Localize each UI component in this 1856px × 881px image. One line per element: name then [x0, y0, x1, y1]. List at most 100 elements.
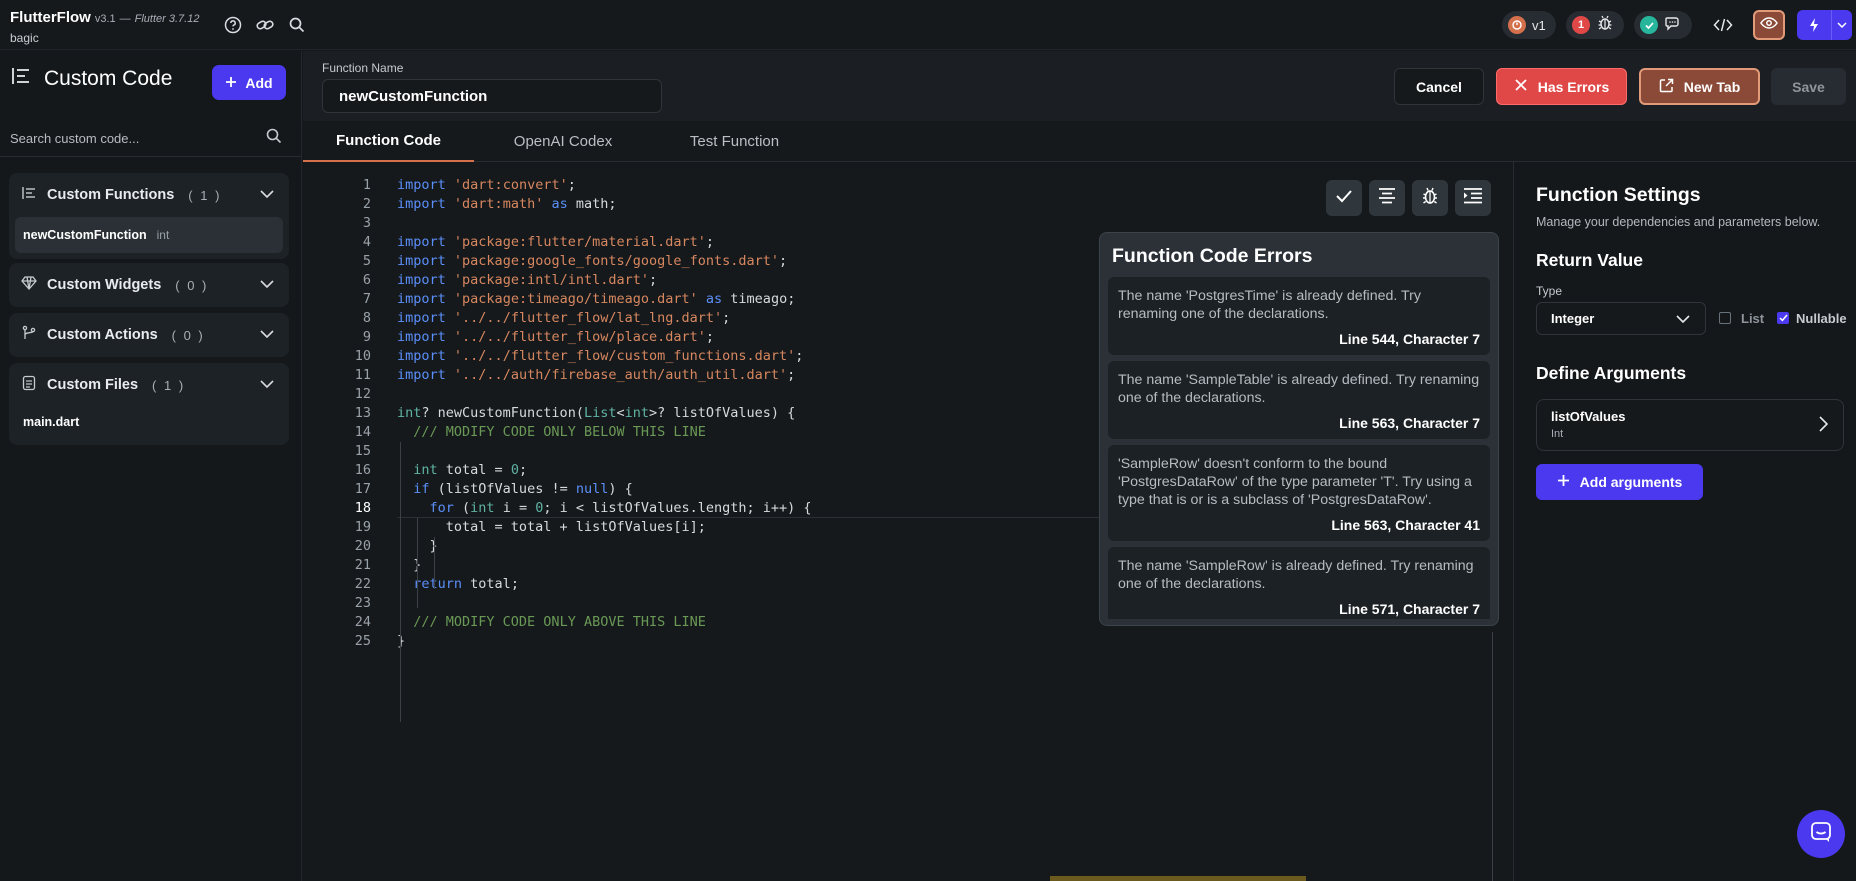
indent-icon: [1463, 187, 1483, 209]
link-icon[interactable]: [254, 14, 276, 36]
function-name-label: Function Name: [322, 61, 404, 75]
status-strip: [1050, 876, 1306, 881]
list-checkbox-label: List: [1741, 311, 1765, 326]
project-name: bagic: [10, 31, 39, 45]
chevron-down-icon[interactable]: [259, 186, 275, 207]
function-name: newCustomFunction: [23, 228, 147, 242]
save-button[interactable]: Save: [1771, 68, 1846, 105]
group-title: Custom Actions: [47, 327, 158, 343]
error-message: The name 'SampleTable' is already define…: [1118, 372, 1480, 406]
sidebar-title: Custom Code: [44, 66, 173, 90]
check-icon: [1335, 189, 1353, 208]
settings-title: Function Settings: [1536, 184, 1701, 206]
add-arguments-label: Add arguments: [1579, 474, 1683, 490]
support-chat-button[interactable]: [1797, 810, 1845, 858]
list-checkbox[interactable]: [1719, 312, 1731, 324]
chevron-down-icon[interactable]: [259, 326, 275, 347]
editor-tabs: Function Code OpenAI Codex Test Function: [303, 121, 1856, 162]
search-input[interactable]: [10, 127, 250, 149]
settings-subtitle: Manage your dependencies and parameters …: [1536, 215, 1821, 229]
nullable-checkbox[interactable]: [1777, 312, 1789, 324]
debug-button[interactable]: [1412, 180, 1448, 216]
format-button[interactable]: [1369, 180, 1405, 216]
code-editor[interactable]: 1 import 'dart:convert'; 2 import 'dart:ma…: [303, 162, 1513, 881]
list-icon: [10, 65, 32, 92]
custom-widgets-header[interactable]: Custom Widgets ( 0 ): [9, 263, 289, 307]
function-code-errors-panel: Function Code Errors The name 'PostgresT…: [1099, 232, 1499, 626]
version-separator: —: [119, 13, 131, 25]
function-name-field[interactable]: [322, 79, 662, 113]
new-tab-button[interactable]: New Tab: [1639, 68, 1760, 105]
error-item[interactable]: The name 'SampleTable' is already define…: [1108, 361, 1490, 439]
align-center-icon: [1378, 187, 1396, 209]
add-button[interactable]: Add: [212, 65, 286, 100]
add-button-label: Add: [245, 74, 273, 91]
external-link-icon: [1659, 78, 1674, 96]
functions-icon: [21, 185, 37, 206]
plus-icon: [1557, 474, 1570, 490]
file-icon: [21, 375, 37, 396]
indent-button[interactable]: [1455, 180, 1491, 216]
search-row: [0, 117, 301, 157]
errors-list[interactable]: The name 'PostgresTime' is already defin…: [1108, 277, 1490, 619]
return-value-title: Return Value: [1536, 250, 1643, 270]
function-header: Function Name Cancel Has Errors New Tab …: [303, 51, 1856, 121]
error-location: Line 544, Character 7: [1339, 331, 1480, 347]
preview-button[interactable]: [1753, 10, 1785, 40]
tab-openai-codex[interactable]: OpenAI Codex: [474, 121, 652, 162]
lightning-icon: [1797, 17, 1831, 33]
chevron-down-icon[interactable]: [259, 276, 275, 297]
group-title: Custom Functions: [47, 187, 175, 203]
chevron-down-icon[interactable]: [1832, 22, 1852, 28]
check-button[interactable]: [1326, 180, 1362, 216]
custom-files-header[interactable]: Custom Files ( 1 ): [9, 363, 289, 407]
close-icon: [1514, 78, 1528, 95]
bug-icon: [1421, 186, 1439, 211]
new-tab-label: New Tab: [1683, 78, 1741, 95]
cancel-button[interactable]: Cancel: [1394, 68, 1484, 105]
search-icon[interactable]: [266, 128, 282, 149]
return-type-select[interactable]: Integer: [1536, 302, 1706, 335]
type-label: Type: [1536, 284, 1563, 298]
chevron-right-icon: [1817, 415, 1829, 438]
argument-item[interactable]: listOfValues Int: [1536, 399, 1844, 451]
add-arguments-button[interactable]: Add arguments: [1536, 464, 1703, 500]
chevron-down-icon: [1675, 311, 1691, 330]
custom-files-group: Custom Files ( 1 ) main.dart: [9, 363, 289, 445]
error-item[interactable]: The name 'PostgresTime' is already defin…: [1108, 277, 1490, 355]
status-pill[interactable]: [1634, 11, 1692, 39]
top-bar: FlutterFlow v3.1 — Flutter 3.7.12 bagic …: [0, 0, 1856, 50]
list-item[interactable]: main.dart: [9, 407, 289, 437]
group-count: ( 0 ): [175, 277, 209, 293]
error-count-badge: 1: [1572, 16, 1590, 34]
brand: FlutterFlow v3.1 — Flutter 3.7.12 bagic: [10, 9, 199, 45]
help-icon[interactable]: [222, 14, 244, 36]
version-pill[interactable]: v1: [1502, 11, 1556, 39]
errors-pill[interactable]: 1: [1566, 11, 1624, 39]
tab-function-code[interactable]: Function Code: [303, 121, 474, 162]
code-lines[interactable]: 1 import 'dart:convert'; 2 import 'dart:ma…: [303, 176, 1393, 651]
argument-type: Int: [1551, 428, 1564, 440]
nullable-checkbox-label: Nullable: [1796, 311, 1847, 326]
error-location: Line 571, Character 7: [1339, 601, 1480, 617]
search-icon[interactable]: [286, 14, 308, 36]
run-button[interactable]: [1797, 10, 1852, 40]
chat-icon: [1664, 14, 1682, 37]
error-message: The name 'PostgresTime' is already defin…: [1118, 288, 1421, 322]
custom-actions-header[interactable]: Custom Actions ( 0 ): [9, 313, 289, 357]
errors-title: Function Code Errors: [1112, 245, 1313, 267]
code-icon[interactable]: [1712, 14, 1734, 36]
function-settings-panel: Function Settings Manage your dependenci…: [1513, 162, 1856, 881]
error-item[interactable]: 'SampleRow' doesn't conform to the bound…: [1108, 445, 1490, 541]
error-item[interactable]: The name 'SampleRow' is already defined.…: [1108, 547, 1490, 619]
custom-functions-header[interactable]: Custom Functions ( 1 ): [9, 173, 289, 217]
has-errors-button[interactable]: Has Errors: [1496, 68, 1627, 105]
custom-actions-group: Custom Actions ( 0 ): [9, 313, 289, 357]
tab-test-function[interactable]: Test Function: [652, 121, 817, 162]
version-pill-label: v1: [1532, 17, 1546, 33]
has-errors-label: Has Errors: [1537, 78, 1610, 95]
bug-icon: [1596, 14, 1614, 37]
error-message: The name 'SampleRow' is already defined.…: [1118, 558, 1474, 592]
chevron-down-icon[interactable]: [259, 376, 275, 397]
list-item[interactable]: newCustomFunction int: [15, 217, 283, 253]
